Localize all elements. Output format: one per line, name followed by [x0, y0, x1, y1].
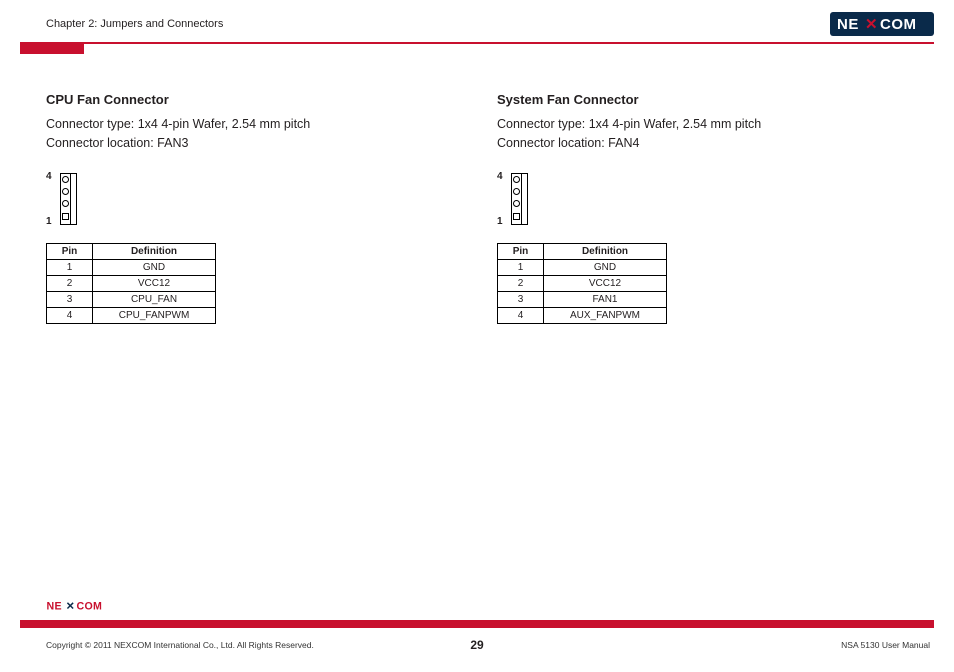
- cell-def: CPU_FANPWM: [93, 307, 216, 323]
- svg-text:✕: ✕: [865, 16, 878, 33]
- spec-text: Connector type: 1x4 4-pin Wafer, 2.54 mm…: [46, 115, 485, 153]
- pin-label-top: 4: [46, 171, 52, 182]
- connector-diagram: 4 1: [46, 171, 485, 227]
- table-row: 3FAN1: [498, 291, 667, 307]
- pin-table: Pin Definition 1GND 2VCC12 3CPU_FAN 4CPU…: [46, 243, 216, 324]
- cell-def: VCC12: [544, 275, 667, 291]
- svg-text:COM: COM: [880, 16, 917, 33]
- table-row: 2VCC12: [47, 275, 216, 291]
- system-fan-section: System Fan Connector Connector type: 1x4…: [485, 92, 924, 324]
- cell-pin: 1: [47, 259, 93, 275]
- header-rule: [20, 42, 934, 44]
- cell-pin: 4: [47, 307, 93, 323]
- table-row: 2VCC12: [498, 275, 667, 291]
- cell-pin: 3: [47, 291, 93, 307]
- footer-rule: [20, 620, 934, 628]
- cell-def: GND: [93, 259, 216, 275]
- spec-line: Connector location: FAN3: [46, 136, 188, 150]
- table-row: 4CPU_FANPWM: [47, 307, 216, 323]
- nexcom-logo-icon: NE ✕ COM: [830, 12, 934, 36]
- page-number: 29: [0, 638, 954, 652]
- cell-pin: 3: [498, 291, 544, 307]
- cell-pin: 1: [498, 259, 544, 275]
- table-row: 1GND: [498, 259, 667, 275]
- manual-name: NSA 5130 User Manual: [841, 640, 930, 650]
- col-pin: Pin: [47, 243, 93, 259]
- wafer-icon: [60, 173, 84, 225]
- pin-label-bottom: 1: [497, 216, 503, 227]
- cell-def: FAN1: [544, 291, 667, 307]
- table-row: 1GND: [47, 259, 216, 275]
- svg-text:COM: COM: [77, 600, 103, 612]
- pin-table: Pin Definition 1GND 2VCC12 3FAN1 4AUX_FA…: [497, 243, 667, 324]
- section-heading: CPU Fan Connector: [46, 92, 485, 107]
- cell-pin: 4: [498, 307, 544, 323]
- spec-text: Connector type: 1x4 4-pin Wafer, 2.54 mm…: [497, 115, 924, 153]
- spec-line: Connector type: 1x4 4-pin Wafer, 2.54 mm…: [46, 117, 310, 131]
- pin-label-bottom: 1: [46, 216, 52, 227]
- cell-def: VCC12: [93, 275, 216, 291]
- col-pin: Pin: [498, 243, 544, 259]
- section-heading: System Fan Connector: [497, 92, 924, 107]
- col-definition: Definition: [93, 243, 216, 259]
- brand-logo-bottom: NE ✕ COM: [46, 598, 112, 618]
- cell-def: GND: [544, 259, 667, 275]
- svg-text:✕: ✕: [66, 600, 75, 612]
- table-row: 4AUX_FANPWM: [498, 307, 667, 323]
- svg-text:NE: NE: [837, 16, 859, 33]
- nexcom-logo-icon: NE ✕ COM: [46, 598, 112, 613]
- wafer-icon: [511, 173, 535, 225]
- connector-diagram: 4 1: [497, 171, 924, 227]
- header-tab: [20, 44, 80, 54]
- spec-line: Connector type: 1x4 4-pin Wafer, 2.54 mm…: [497, 117, 761, 131]
- cell-def: AUX_FANPWM: [544, 307, 667, 323]
- brand-logo-top: NE ✕ COM: [830, 12, 934, 41]
- spec-line: Connector location: FAN4: [497, 136, 639, 150]
- cell-pin: 2: [498, 275, 544, 291]
- header-tab-accent: [80, 44, 84, 54]
- cell-def: CPU_FAN: [93, 291, 216, 307]
- table-row: 3CPU_FAN: [47, 291, 216, 307]
- svg-text:NE: NE: [47, 600, 62, 612]
- cpu-fan-section: CPU Fan Connector Connector type: 1x4 4-…: [46, 92, 485, 324]
- cell-pin: 2: [47, 275, 93, 291]
- pin-label-top: 4: [497, 171, 503, 182]
- chapter-title: Chapter 2: Jumpers and Connectors: [46, 18, 934, 30]
- col-definition: Definition: [544, 243, 667, 259]
